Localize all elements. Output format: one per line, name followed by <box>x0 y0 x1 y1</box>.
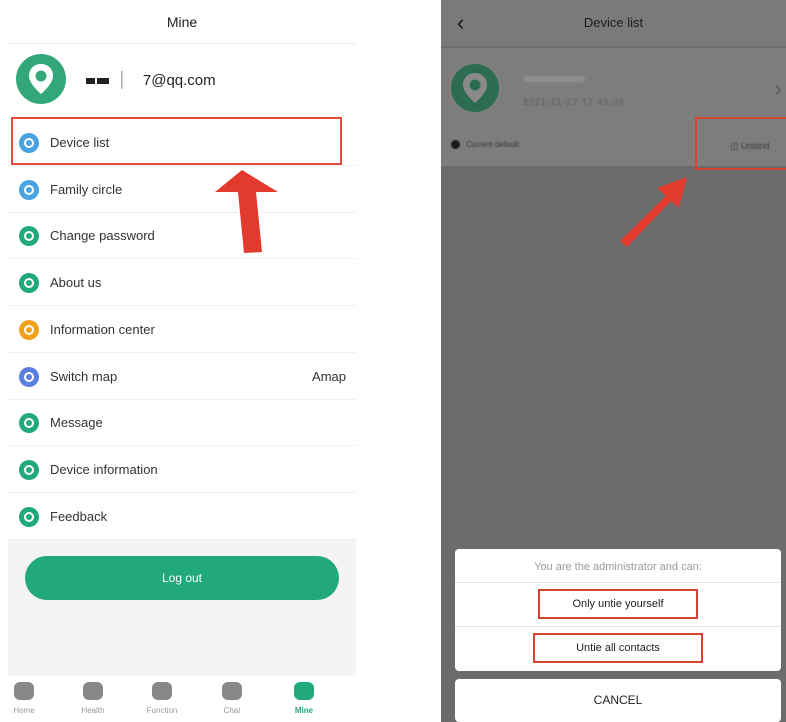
menu-item-family-circle[interactable]: Family circle <box>8 167 356 213</box>
unbind-highlight <box>695 117 786 170</box>
logout-button[interactable]: Log out <box>25 556 339 600</box>
family-circle-icon <box>19 179 39 200</box>
menu-item-label: Switch map <box>50 368 118 384</box>
chat-icon <box>222 682 242 700</box>
lock-icon <box>19 226 39 247</box>
info-icon <box>19 273 39 294</box>
account-email-text: 7@qq.com <box>142 72 216 89</box>
mine-icon <box>294 682 314 700</box>
function-icon <box>152 682 172 700</box>
tab-label: Home <box>13 706 35 715</box>
only-untie-yourself-button[interactable]: Only untie yourself <box>538 589 698 619</box>
check-circle-icon <box>451 140 460 150</box>
menu-item-device-information[interactable]: Device information <box>8 447 356 493</box>
chevron-right-icon[interactable]: › <box>775 76 782 102</box>
page-title: Mine <box>166 14 198 30</box>
device-list-highlight <box>11 117 342 165</box>
menu-item-label: Device information <box>50 461 158 477</box>
masked-text <box>86 78 95 85</box>
tab-label: Function <box>146 706 178 715</box>
location-pin-icon <box>463 73 487 103</box>
tab-home[interactable]: Home <box>8 682 54 715</box>
action-sheet: You are the administrator and can: Only … <box>455 549 781 671</box>
mine-screen: Mine ▏ 7@qq.com Device list Family circle… <box>8 0 356 722</box>
menu-item-label: About us <box>50 275 102 291</box>
tab-function[interactable]: Function <box>132 682 192 715</box>
feedback-icon <box>19 506 39 527</box>
menu-item-information-center[interactable]: Information center <box>8 307 356 353</box>
tab-label: Chat <box>223 706 241 715</box>
sheet-divider <box>455 582 781 583</box>
sheet-title: You are the administrator and can: <box>534 561 702 573</box>
current-default-label: Current default <box>466 140 519 149</box>
avatar[interactable] <box>16 54 66 104</box>
device-list-screen: ‹ Device list 2021-11-27 17:41:09 › Curr… <box>441 0 786 722</box>
location-pin-icon <box>29 64 53 94</box>
device-info-icon <box>19 459 39 480</box>
device-date: 2021-11-27 17:41:09 <box>523 97 625 107</box>
cancel-button[interactable]: CANCEL <box>455 679 781 722</box>
bell-icon <box>19 319 39 340</box>
tab-label: Mine <box>294 706 314 715</box>
header-divider <box>8 43 356 44</box>
menu-item-label: Family circle <box>50 181 123 197</box>
masked-text <box>97 78 109 85</box>
menu-item-value: Amap <box>312 368 346 384</box>
menu-item-label: Feedback <box>50 508 108 524</box>
menu-item-change-password[interactable]: Change password <box>8 213 356 260</box>
menu-item-feedback[interactable]: Feedback <box>8 494 356 540</box>
health-icon <box>83 682 103 700</box>
tab-mine[interactable]: Mine <box>274 682 334 715</box>
tab-health[interactable]: Health <box>63 682 123 715</box>
account-email: ▏ 7@qq.com <box>86 71 216 89</box>
untie-all-contacts-button[interactable]: Untie all contacts <box>533 633 703 663</box>
device-name-blurred <box>523 76 585 82</box>
menu-item-label: Message <box>50 415 103 431</box>
menu-item-switch-map[interactable]: Switch map Amap <box>8 354 356 400</box>
page-title: Device list <box>583 15 644 30</box>
current-default: Current default <box>451 140 519 150</box>
sheet-divider <box>455 626 781 627</box>
tab-label: Health <box>81 706 105 715</box>
home-icon <box>14 682 34 700</box>
menu-item-about-us[interactable]: About us <box>8 260 356 307</box>
tab-chat[interactable]: Chat <box>202 682 262 715</box>
menu-item-label: Information center <box>50 321 155 337</box>
device-avatar <box>451 64 499 112</box>
masked-text: ▏ <box>121 72 133 89</box>
map-icon <box>19 366 39 387</box>
menu-item-message[interactable]: Message <box>8 400 356 447</box>
bottom-tab-bar: Home Health Function Chat Mine <box>8 676 356 722</box>
message-icon <box>19 413 39 434</box>
menu-item-label: Change password <box>50 228 155 244</box>
